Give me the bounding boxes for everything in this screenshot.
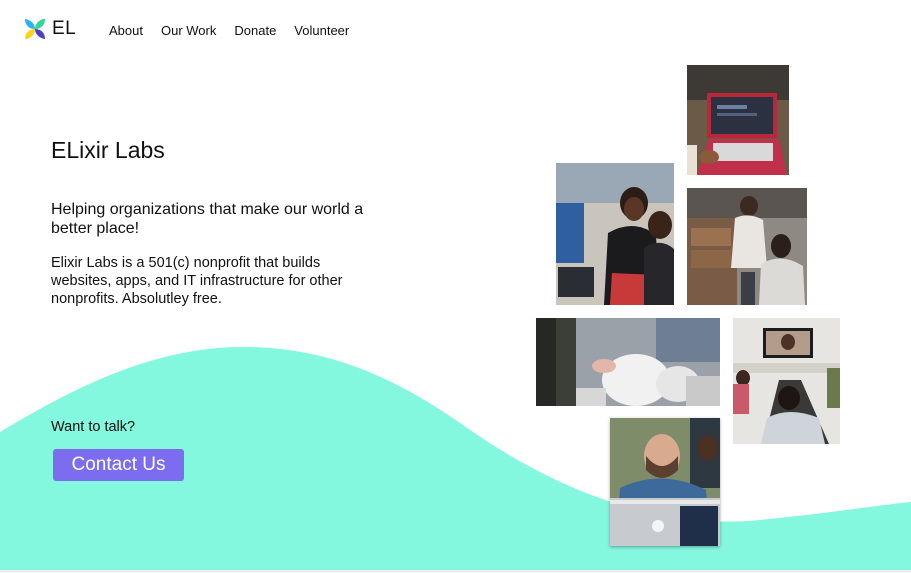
- food-bags-packing-photo: [536, 318, 720, 406]
- elixir-leaf-logo-icon: [25, 19, 45, 39]
- nav-about[interactable]: About: [109, 23, 143, 38]
- nav-donate[interactable]: Donate: [234, 23, 276, 38]
- video-conference-room-photo: [733, 318, 840, 444]
- students-at-computer-photo: [556, 163, 674, 305]
- nav-volunteer[interactable]: Volunteer: [294, 23, 349, 38]
- hero-description: Elixir Labs is a 501(c) nonprofit that b…: [51, 255, 343, 307]
- contact-us-button[interactable]: Contact Us: [53, 449, 184, 481]
- brand-name: EL: [52, 18, 77, 39]
- laptop-photo: [687, 65, 789, 175]
- volunteers-packing-boxes-photo: [687, 188, 807, 305]
- hero-tagline: Helping organizations that make our worl…: [51, 201, 364, 237]
- page-title: ELixir Labs: [51, 137, 165, 163]
- site-header: EL About Our Work Donate Volunteer: [0, 0, 911, 62]
- main-nav: About Our Work Donate Volunteer: [109, 23, 367, 38]
- nav-our-work[interactable]: Our Work: [161, 23, 216, 38]
- developer-with-laptop-photo: [610, 418, 720, 546]
- cta-prompt: Want to talk?: [51, 419, 136, 435]
- brand-logo[interactable]: EL: [24, 18, 76, 40]
